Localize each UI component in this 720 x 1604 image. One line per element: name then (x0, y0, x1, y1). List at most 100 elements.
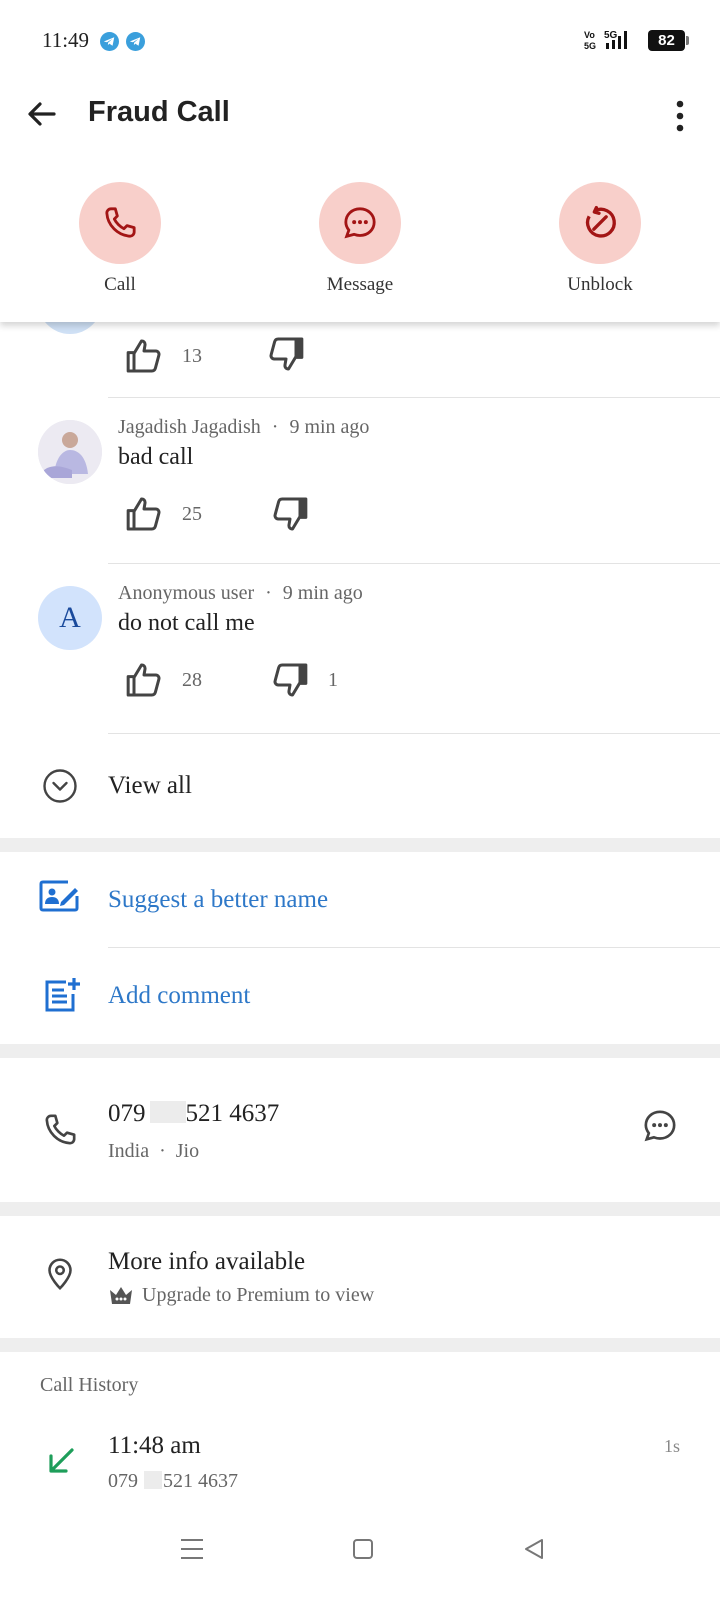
unblock-button[interactable] (559, 182, 641, 264)
call-number-suffix: 521 4637 (163, 1470, 238, 1492)
more-info-title: More info available (108, 1248, 306, 1275)
menu-icon[interactable] (180, 1538, 204, 1560)
redacted-digits (149, 1101, 186, 1123)
section-gap (0, 1202, 720, 1216)
message-icon[interactable] (640, 1106, 680, 1146)
like-count: 25 (182, 502, 202, 525)
crown-icon (110, 1287, 132, 1304)
like-count: 13 (182, 344, 202, 367)
like-count: 28 (182, 668, 202, 691)
thumbs-down-icon (273, 497, 308, 531)
thumbs-up-icon (126, 497, 161, 531)
unblock-action[interactable]: Unblock (525, 182, 675, 296)
comment-time: 9 min ago (289, 416, 370, 438)
country: India (108, 1140, 150, 1162)
thumbs-up-icon (126, 339, 161, 373)
svg-text:5G: 5G (604, 30, 618, 41)
meta-separator: · (265, 582, 272, 604)
avatar[interactable] (38, 420, 102, 484)
battery-icon: 82 (648, 30, 689, 51)
dislike-count: 1 (328, 668, 338, 691)
call-button[interactable] (79, 182, 161, 264)
avatar-letter: A (59, 601, 81, 634)
dislike-button[interactable]: 1 (270, 660, 338, 700)
back-button[interactable] (24, 96, 60, 132)
thumbs-up-icon (126, 663, 161, 697)
comment-meta: Jagadish Jagadish · 9 min ago (118, 416, 369, 439)
telegram-icon (100, 32, 119, 51)
thumbs-down-icon (273, 663, 308, 697)
like-button[interactable]: 25 (124, 494, 202, 534)
upgrade-premium-label: Upgrade to Premium to view (142, 1284, 375, 1306)
home-icon[interactable] (352, 1538, 374, 1560)
chevron-down-circle-icon (43, 769, 77, 803)
add-comment-label: Add comment (108, 982, 251, 1009)
comment-item: A Anonymous user · 9 min ago do not call… (0, 564, 720, 734)
svg-text:5G: 5G (584, 41, 596, 51)
more-info-row[interactable]: More info available Upgrade to Premium t… (0, 1216, 720, 1338)
message-action[interactable]: Message (285, 182, 435, 296)
phone-icon (105, 207, 136, 238)
message-icon (344, 207, 376, 239)
call-number-prefix: 079 (108, 1470, 138, 1492)
incoming-call-arrow-icon (49, 1448, 74, 1473)
like-button[interactable]: 28 (124, 660, 202, 700)
like-button[interactable]: 13 (124, 336, 202, 376)
call-label: Call (104, 274, 136, 295)
call-time: 11:48 am (108, 1432, 201, 1459)
phone-number-prefix: 079 (108, 1100, 146, 1127)
avatar[interactable]: A (38, 586, 102, 650)
comment-author: Jagadish Jagadish (118, 416, 261, 438)
add-note-icon (45, 978, 80, 1012)
thumbs-down-icon (269, 337, 304, 371)
page-title: Fraud Call (88, 96, 230, 128)
call-history-heading: Call History (40, 1374, 139, 1396)
redacted-digits (144, 1471, 162, 1489)
section-gap (0, 1044, 720, 1058)
phone-number-suffix: 521 4637 (185, 1100, 280, 1127)
add-comment-row[interactable]: Add comment (0, 948, 720, 1044)
back-triangle-icon[interactable] (522, 1537, 546, 1561)
carrier: Jio (175, 1140, 200, 1162)
view-all-label: View all (108, 772, 192, 799)
status-time: 11:49 (42, 28, 90, 52)
comment-time: 9 min ago (282, 582, 363, 604)
back-arrow-icon (28, 102, 56, 126)
comment-text: do not call me (118, 610, 255, 636)
view-all-row[interactable]: View all (0, 734, 720, 838)
telegram-icon (126, 32, 145, 51)
phone-icon (45, 1114, 76, 1145)
svg-text:Vo: Vo (584, 30, 595, 40)
call-duration: 1s (664, 1436, 681, 1456)
call-history-entry[interactable]: 11:48 am 079 521 4637 1s (0, 1420, 720, 1510)
unblock-label: Unblock (567, 274, 633, 295)
meta-separator: · (271, 416, 279, 438)
comment-meta: Anonymous user · 9 min ago (118, 582, 363, 605)
status-bar: 11:49 Vo 5G 5G 82 (0, 0, 720, 70)
comment-text: bad call (118, 444, 194, 470)
dislike-button[interactable] (270, 494, 310, 539)
more-options-button[interactable] (662, 98, 698, 134)
battery-level: 82 (658, 32, 675, 49)
location-pin-icon (48, 1258, 72, 1291)
edit-card-icon (39, 880, 79, 912)
contact-number-row[interactable]: 079 521 4637 India · Jio (0, 1058, 720, 1202)
navigation-bar (0, 1510, 720, 1604)
unblock-icon (585, 206, 616, 238)
dislike-button[interactable] (266, 334, 306, 379)
more-vert-icon (676, 100, 684, 132)
section-gap (0, 838, 720, 852)
phone-number: 079 521 4637 (108, 1100, 279, 1128)
call-number: 079 521 4637 (108, 1470, 238, 1493)
message-button[interactable] (319, 182, 401, 264)
suggest-name-label: Suggest a better name (108, 886, 329, 913)
suggest-name-row[interactable]: Suggest a better name (0, 852, 720, 948)
meta-separator: · (159, 1140, 166, 1162)
section-gap (0, 1338, 720, 1352)
call-action[interactable]: Call (45, 182, 195, 296)
message-label: Message (326, 274, 394, 295)
comment-author: Anonymous user (118, 582, 255, 604)
signal-icon: Vo 5G 5G (584, 28, 640, 57)
user-photo-icon (38, 420, 102, 484)
comment-item: Jagadish Jagadish · 9 min ago bad call 2… (0, 398, 720, 564)
